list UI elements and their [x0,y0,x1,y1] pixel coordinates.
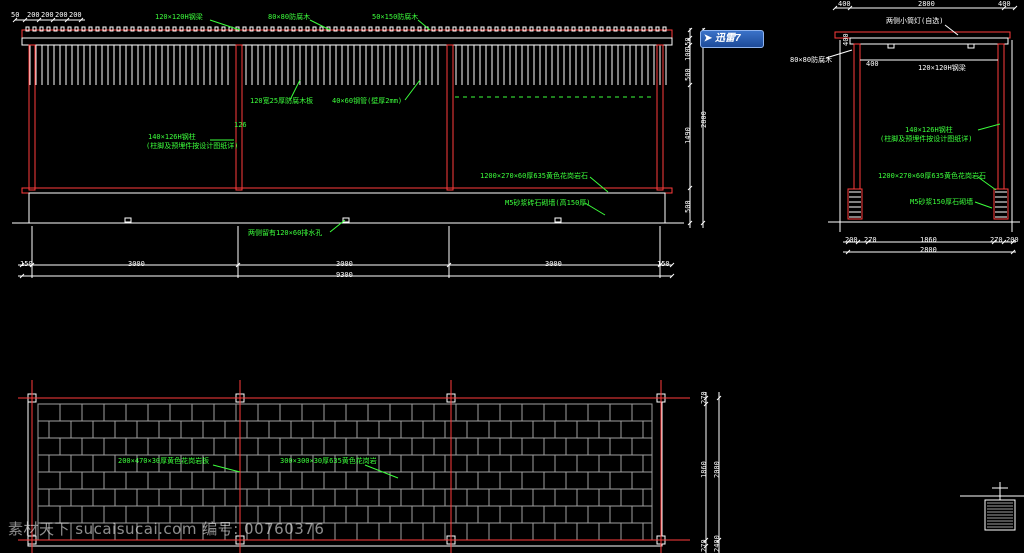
side-column-right [997,43,1005,190]
side-top-dim-400a: 400 [838,0,851,8]
side-leader-column [977,123,1001,131]
top-dim-200a: 200 [27,11,40,19]
bottom-dim-total: 9300 [336,271,353,279]
label-wall: M5砂浆砖石砌墙(高150厚) [505,199,591,207]
side-beam-lower [849,37,1009,45]
side-column-left [853,43,861,190]
side-label-400b: 400 [866,60,879,68]
plan-dim-270b: 270 [700,539,708,552]
detail-section [960,482,1024,531]
top-beam-lower [21,37,673,46]
right-dim-500: 500 [684,68,692,81]
label-h-steel-beam: 120×120H钢梁 [155,13,203,21]
side-dim-total: 2800 [920,246,937,254]
top-dim-200b: 200 [41,11,54,19]
column-3 [446,44,454,191]
side-label-h-steel: 120×120H钢梁 [918,64,966,72]
top-dim-200d: 200 [69,11,82,19]
side-top-dim-400b: 400 [998,0,1011,8]
side-leader-wall [974,201,993,209]
side-label-wood-80: 80×80防腐木 [790,56,833,64]
side-dim-200a: 200 [845,236,858,244]
side-dim-270b: 270 [990,236,1003,244]
xunlei-badge[interactable]: ➤ 迅雷7 [700,30,764,48]
plan-label-paving-a: 200×470×30厚黄色花岗岩板 [118,457,210,465]
leader-pipe [404,79,421,101]
side-top-dim-2800: 2800 [918,0,935,8]
side-leader-lamp [944,24,959,36]
side-top-beam [834,31,1011,39]
leader-drain [329,219,346,233]
label-column-tag: 126 [234,121,247,129]
right-dim-2800: 2800 [700,111,708,128]
bottom-dim-bay-1: 3000 [128,260,145,268]
leader-wood-50 [417,19,431,31]
plan-dim-2000: 2000 [713,461,721,478]
column-2 [235,44,243,191]
label-drain: 两侧留有120×60排水孔 [248,229,323,237]
side-lamp-2 [967,43,975,49]
plan-leader-a [212,464,241,473]
plan-dim-2400: 2400 [713,535,721,552]
label-seat-stone: 1200×270×60厚635黄色花岗岩石 [480,172,589,180]
side-dim-1860: 1860 [920,236,937,244]
cad-drawing-canvas [12,5,1024,553]
side-label-400a: 400 [842,33,850,46]
side-label-wall: M5砂浆150厚石砌墙 [910,198,974,206]
plan-label-paving-b: 300×300×30厚635黄色花岗岩 [280,457,377,465]
badge-label: 迅雷7 [715,33,741,44]
side-label-h-column-note: (柱脚及预埋件按设计图纸详) [880,135,973,143]
side-footing-left [847,188,863,220]
right-dim-500b: 500 [684,200,692,213]
side-label-seat: 1200×270×60厚635黄色花岗岩石 [878,172,987,180]
leader-seat [589,176,609,193]
label-h-column: 140×126H钢柱 [148,133,196,141]
drain-hole-3 [554,217,562,223]
right-dim-100: 100 [684,48,692,61]
side-footing-right [993,188,1009,220]
label-steel-pipe: 40×60钢管(壁厚2mm) [332,97,403,105]
label-wood-50: 50×150防腐木 [372,13,419,21]
side-label-lamp: 两侧小筒灯(自选) [886,17,944,25]
side-dim-200b: 200 [1006,236,1019,244]
plan-dim-270a: 270 [700,391,708,404]
seat-stone [21,187,673,194]
label-wood-80: 80×80防腐木 [268,13,311,21]
side-label-h-column: 140×126H钢柱 [905,126,953,134]
watermark: 素材天下 sucaisucai.com 编号: 00760376 [8,520,325,538]
front-elevation [12,17,706,279]
bottom-dim-bay-3: 3000 [545,260,562,268]
side-dim-270a: 270 [864,236,877,244]
drain-hole-1 [124,217,132,223]
bottom-dim-right: 150 [657,260,670,268]
label-wood-board: 120宽25厚防腐木板 [250,97,314,105]
bottom-dim-bay-2: 3000 [336,260,353,268]
bird-icon: ➤ [703,33,713,44]
top-dim-200c: 200 [55,11,68,19]
side-lamp-1 [887,43,895,49]
bottom-dim-left: 150 [20,260,33,268]
plan-dim-1860: 1860 [700,461,708,478]
label-h-column-note: (柱脚及预埋件按设计图纸详) [146,142,239,150]
top-dim-50: 50 [11,11,20,19]
right-dim-1490: 1490 [684,127,692,144]
